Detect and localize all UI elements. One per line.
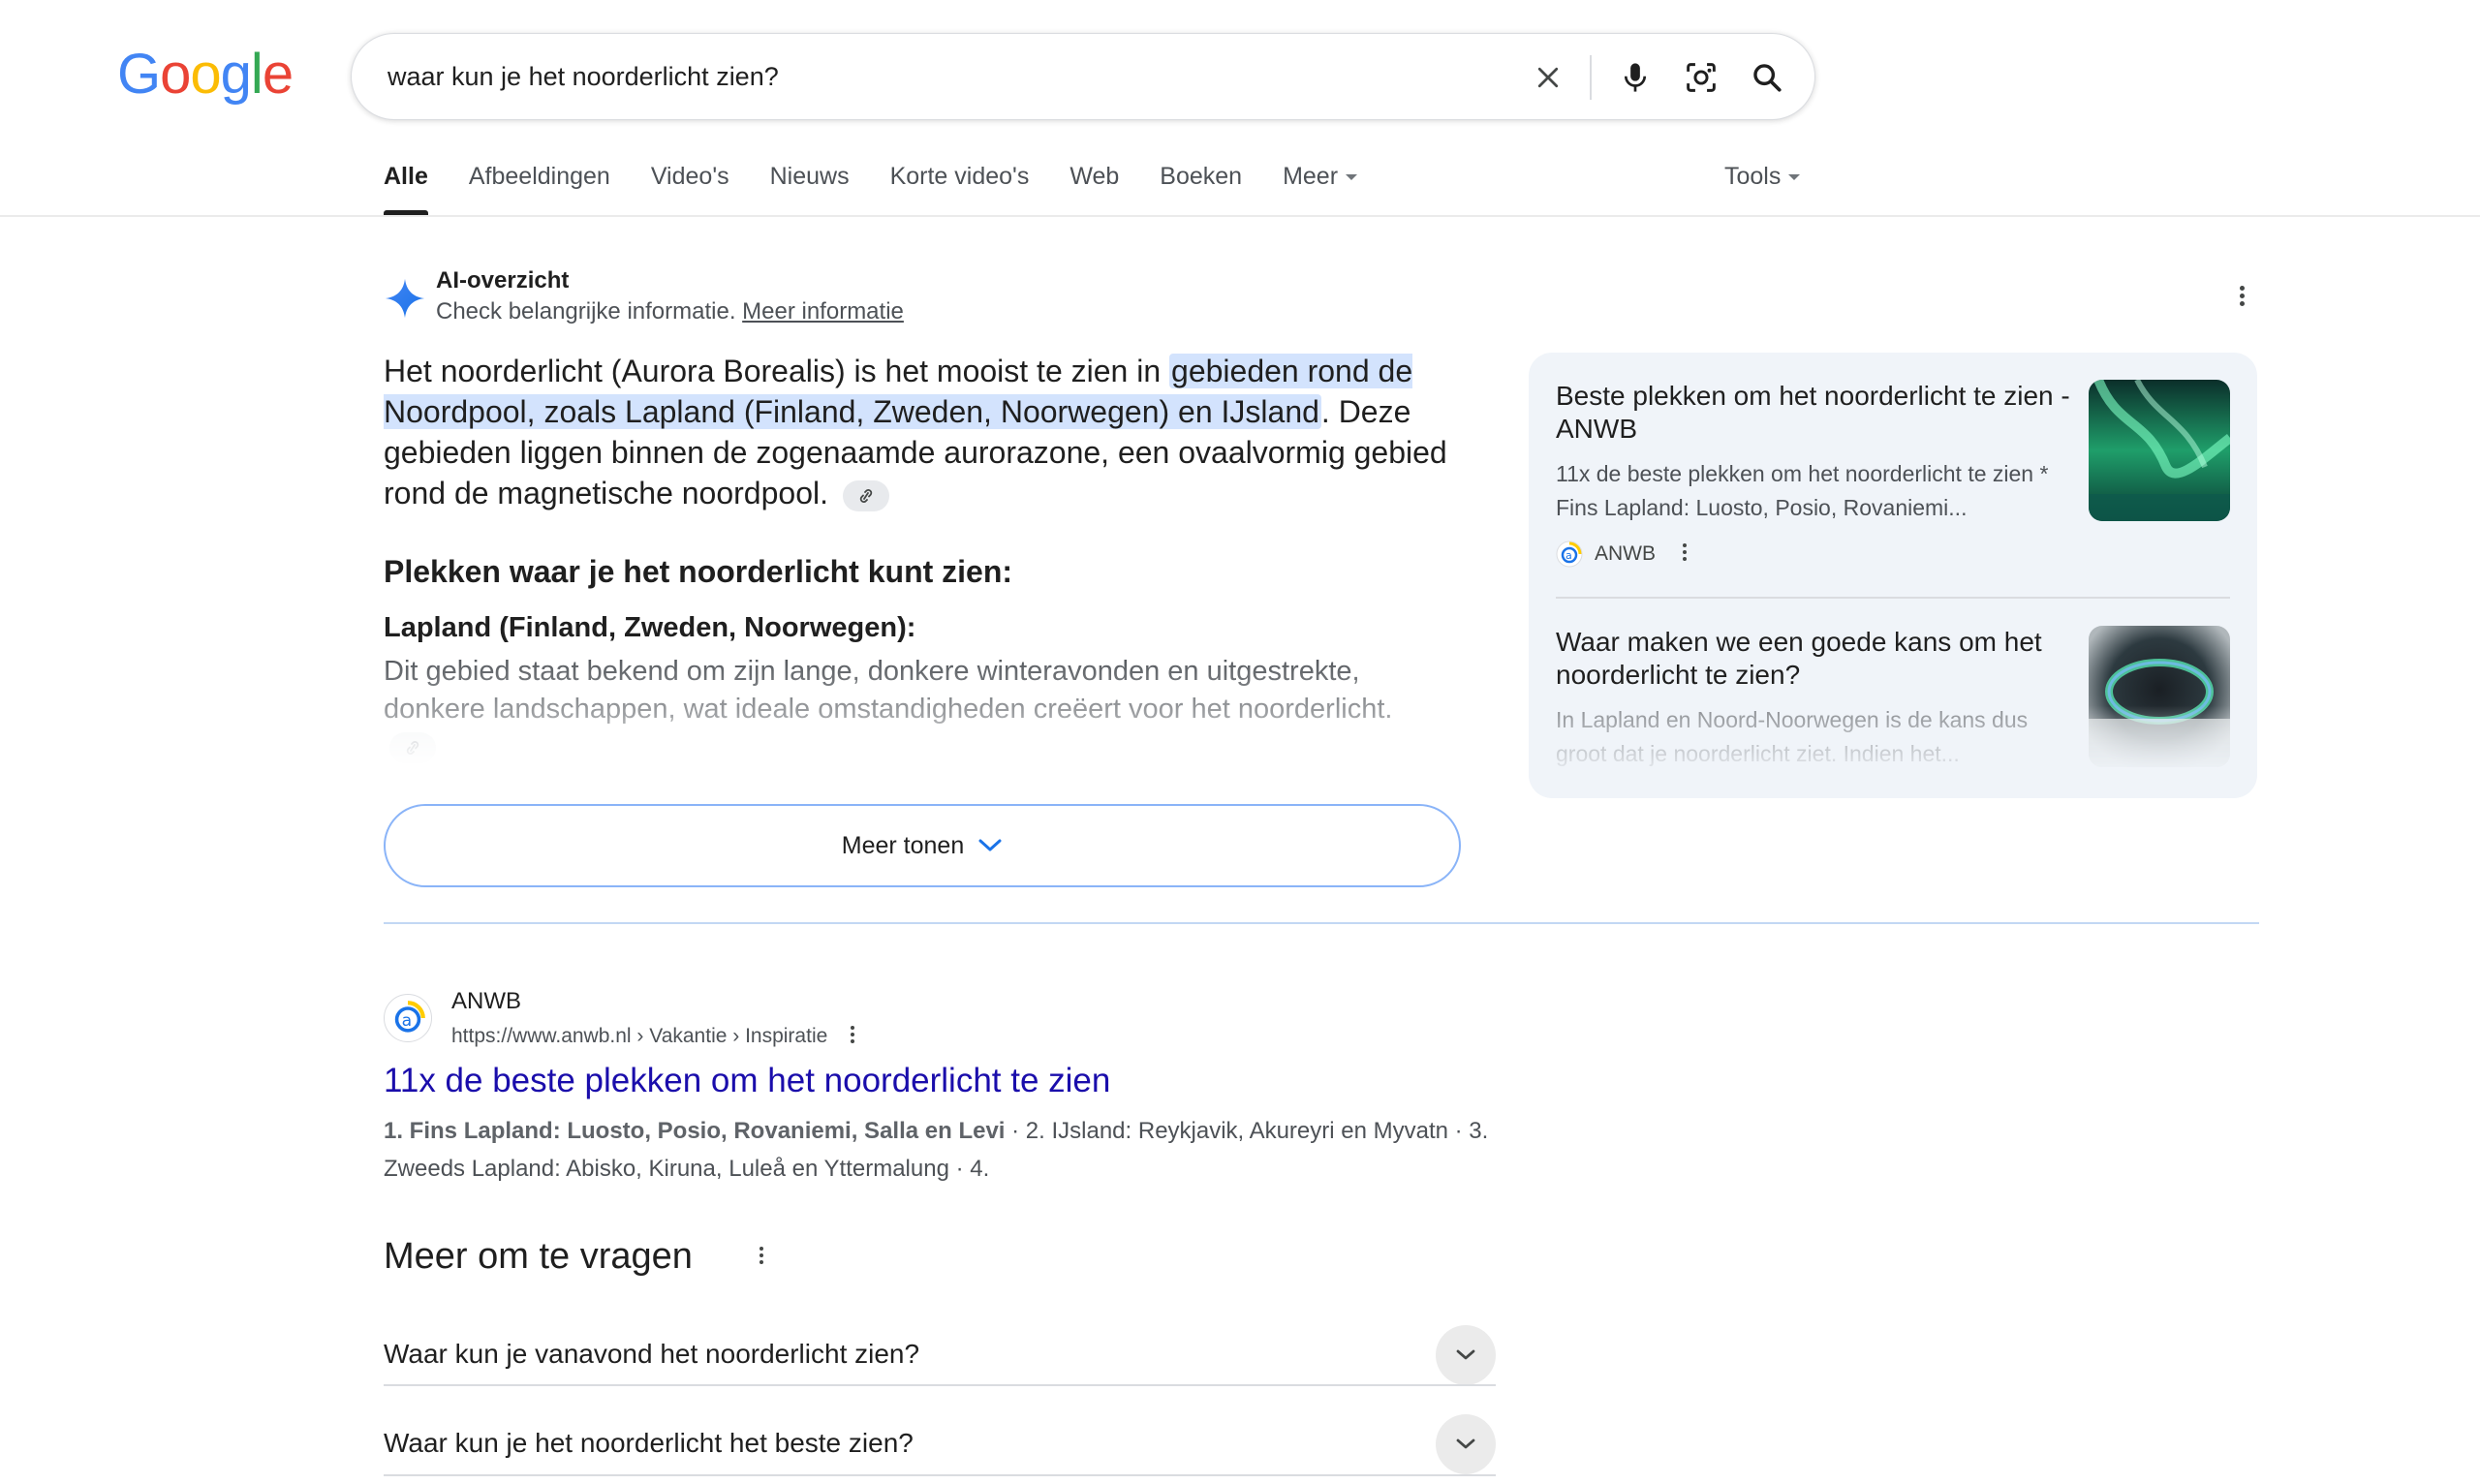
logo-letter: G (117, 43, 161, 106)
result-url[interactable]: https://www.anwb.nl › Vakantie › Inspira… (451, 1025, 827, 1048)
microphone-icon (1624, 63, 1647, 92)
anwb-favicon-icon: a (394, 1001, 425, 1033)
clear-button[interactable] (1526, 55, 1570, 100)
search-divider (1590, 55, 1592, 100)
ai-overview-title: AI-overzicht (436, 267, 570, 294)
paa-divider (384, 1474, 1496, 1476)
search-box[interactable]: waar kun je het noorderlicht zien? (351, 33, 1815, 120)
result-snippet: 1. Fins Lapland: Luosto, Posio, Rovaniem… (384, 1112, 1498, 1188)
result-snippet-bold: 1. Fins Lapland: Luosto, Posio, Rovaniem… (384, 1118, 1006, 1144)
ai-fade-text-content: Dit gebied staat bekend om zijn lange, d… (384, 656, 1393, 725)
ai-sources-panel: Beste plekken om het noorderlicht te zie… (1529, 353, 2257, 798)
aurora-image[interactable] (2089, 380, 2230, 521)
caret-down-icon (1346, 174, 1358, 181)
source-card-snippet: In Lapland en Noord-Noorwegen is de kans… (1556, 707, 2029, 766)
link-icon (406, 741, 419, 756)
paa-divider (384, 1384, 1496, 1386)
svg-text:a: a (1566, 549, 1572, 562)
tab-web[interactable]: Web (1070, 163, 1119, 215)
tab-boeken[interactable]: Boeken (1160, 163, 1242, 215)
ai-subheading: Lapland (Finland, Zweden, Noorwegen): (384, 612, 916, 643)
anwb-favicon-icon: a (1556, 541, 1583, 568)
ai-overview-subtitle-text: Check belangrijke informatie. (436, 298, 736, 325)
tab-alle[interactable]: Alle (384, 163, 428, 215)
tab-korte-videos[interactable]: Korte video's (890, 163, 1030, 215)
more-options-icon[interactable] (2234, 283, 2249, 314)
tools-label: Tools (1724, 163, 1782, 190)
header-divider (0, 215, 2480, 217)
card-divider (1556, 597, 2230, 599)
paa-question[interactable]: Waar kun je het noorderlicht het beste z… (384, 1399, 1496, 1484)
google-logo[interactable]: Google (117, 43, 294, 106)
section-divider (384, 922, 2259, 924)
source-link-chip[interactable] (389, 732, 436, 763)
result-site-name[interactable]: ANWB (451, 988, 521, 1015)
link-icon (859, 488, 873, 503)
logo-letter: o (190, 43, 221, 106)
source-card-title[interactable]: Waar maken we een goede kans om het noor… (1556, 626, 2071, 692)
source-card[interactable]: Waar maken we een goede kans om het noor… (1556, 626, 2230, 771)
tools-button[interactable]: Tools (1724, 163, 1801, 191)
ai-heading: Plekken waar je het noorderlicht kunt zi… (384, 554, 1013, 589)
tab-afbeeldingen[interactable]: Afbeeldingen (469, 163, 610, 215)
more-options-icon[interactable] (847, 1023, 858, 1050)
result-url-row: https://www.anwb.nl › Vakantie › Inspira… (451, 1023, 858, 1050)
tab-nieuws[interactable]: Nieuws (770, 163, 850, 215)
show-more-label: Meer tonen (841, 831, 965, 859)
source-link-chip[interactable] (842, 479, 889, 511)
chevron-down-icon[interactable] (1436, 1325, 1496, 1385)
ai-fade-text: Dit gebied staat bekend om zijn lange, d… (384, 653, 1449, 763)
more-options-icon[interactable] (1679, 541, 1690, 568)
paa-question-text: Waar kun je het noorderlicht het beste z… (384, 1428, 914, 1458)
source-card-source-name: ANWB (1595, 542, 1656, 565)
paa-title: Meer om te vragen (384, 1236, 693, 1277)
search-button[interactable] (1745, 55, 1789, 100)
lens-search-button[interactable] (1679, 55, 1723, 100)
tab-meer[interactable]: Meer (1283, 163, 1358, 215)
paa-question-text: Waar kun je vanavond het noorderlicht zi… (384, 1339, 920, 1369)
show-more-button[interactable]: Meer tonen (384, 804, 1461, 887)
source-card-source: a ANWB (1556, 541, 2230, 568)
search-icon (1753, 64, 1782, 92)
more-options-icon[interactable] (756, 1244, 767, 1271)
ai-overview-subtitle: Check belangrijke informatie. Meer infor… (436, 298, 904, 325)
ai-sparkle-icon (385, 278, 425, 319)
camera-lens-icon (1687, 63, 1716, 92)
tab-videos[interactable]: Video's (651, 163, 729, 215)
svg-text:a: a (402, 1011, 413, 1031)
source-card-title[interactable]: Beste plekken om het noorderlicht te zie… (1556, 380, 2071, 446)
logo-letter: l (250, 43, 264, 106)
source-card[interactable]: Beste plekken om het noorderlicht te zie… (1556, 380, 2230, 568)
chevron-down-icon[interactable] (1436, 1414, 1496, 1474)
voice-search-button[interactable] (1613, 55, 1658, 100)
result-title-link[interactable]: 11x de beste plekken om het noorderlicht… (384, 1062, 1110, 1100)
caret-down-icon (1788, 174, 1801, 181)
search-input[interactable]: waar kun je het noorderlicht zien? (388, 62, 779, 92)
ai-overview-text: Het noorderlicht (Aurora Borealis) is he… (384, 351, 1469, 513)
more-info-link[interactable]: Meer informatie (742, 298, 904, 325)
close-icon (1537, 67, 1559, 88)
ai-intro-before: Het noorderlicht (Aurora Borealis) is he… (384, 354, 1170, 388)
result-favicon[interactable]: a (384, 994, 432, 1042)
aurora-ring-image[interactable] (2089, 626, 2230, 767)
source-card-snippet: 11x de beste plekken om het noorderlicht… (1556, 461, 2049, 520)
search-tabs: Alle Afbeeldingen Video's Nieuws Korte v… (384, 163, 1398, 215)
logo-letter: e (262, 43, 294, 106)
chevron-down-icon (978, 839, 1002, 851)
tab-meer-label: Meer (1283, 163, 1339, 190)
logo-letter: o (160, 43, 191, 106)
logo-letter: g (220, 43, 252, 106)
